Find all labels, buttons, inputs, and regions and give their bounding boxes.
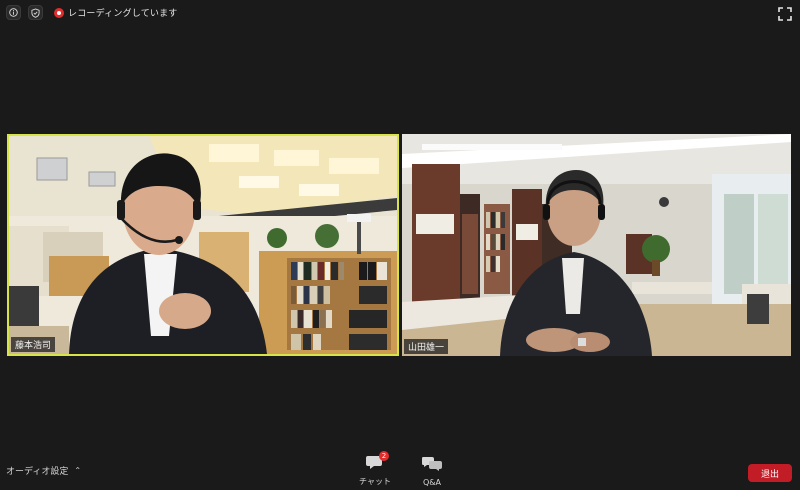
chevron-up-icon[interactable]: ⌃ [74, 466, 81, 475]
recording-icon [54, 7, 64, 18]
audio-settings-button[interactable]: オーディオ設定 ⌃ [6, 464, 81, 477]
top-bar: レコーディングしています [0, 0, 800, 26]
recording-label: レコーディングしています [68, 9, 178, 19]
participant-name-tag: 藤本浩司 [11, 337, 56, 352]
fullscreen-icon[interactable] [778, 6, 792, 21]
chat-unread-badge: 2 [379, 451, 389, 461]
info-icon[interactable] [6, 5, 21, 20]
chat-label: チャット [359, 477, 391, 486]
participant-name-tag: 山田雄一 [404, 339, 449, 354]
recording-indicator[interactable]: レコーディングしています [54, 6, 178, 19]
qa-button[interactable]: Q&A [412, 456, 452, 487]
qa-label: Q&A [422, 478, 441, 487]
bottom-toolbar: オーディオ設定 ⌃ 2 チャット Q&A 退出 [0, 451, 800, 490]
leave-button[interactable]: 退出 [748, 464, 792, 482]
video-tile-participant[interactable]: 山田雄一 [402, 134, 791, 356]
qa-icon [422, 457, 442, 471]
chat-button[interactable]: 2 チャット [355, 451, 395, 487]
audio-settings-label: オーディオ設定 [6, 467, 69, 477]
participant-video [402, 134, 791, 356]
participant-video [9, 136, 397, 354]
video-tile-active-speaker[interactable]: 藤本浩司 [7, 134, 399, 356]
shield-icon[interactable] [28, 5, 43, 20]
